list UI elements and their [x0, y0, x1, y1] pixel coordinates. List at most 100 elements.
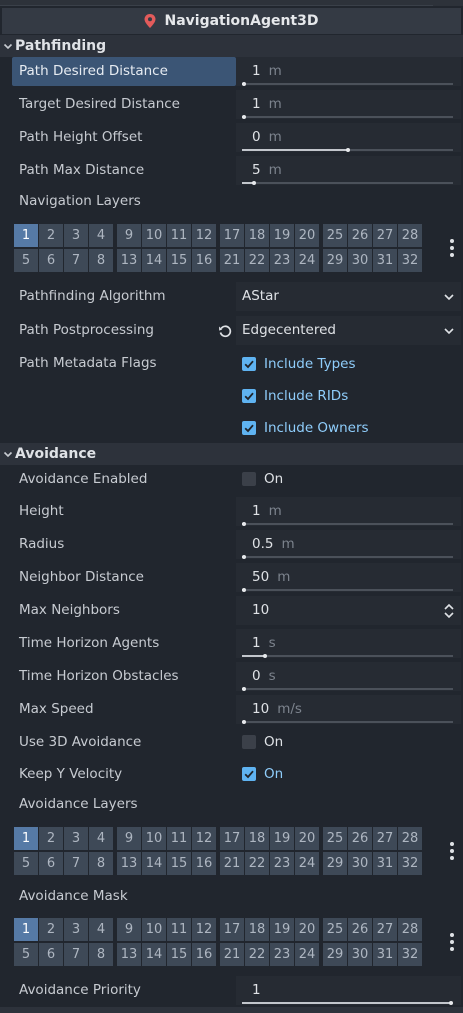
layer-cell-4[interactable]: 4 [89, 918, 113, 941]
layer-cell-31[interactable]: 31 [373, 943, 397, 966]
layer-cell-3[interactable]: 3 [64, 827, 88, 850]
layer-cell-19[interactable]: 19 [270, 224, 294, 247]
layer-cell-12[interactable]: 12 [192, 918, 216, 941]
slider-grabber[interactable] [242, 687, 246, 691]
prop-use-3d-avoidance[interactable]: Use 3D Avoidance On [0, 726, 463, 759]
layer-cell-12[interactable]: 12 [192, 224, 216, 247]
prop-time-horizon-agents[interactable]: Time Horizon Agents 1s [0, 627, 463, 660]
layer-cell-19[interactable]: 19 [270, 918, 294, 941]
slider-grabber[interactable] [242, 588, 246, 592]
checkbox-unchecked-icon[interactable] [242, 472, 256, 486]
value-slider[interactable] [242, 588, 453, 592]
layer-cell-9[interactable]: 9 [117, 827, 141, 850]
layer-cell-9[interactable]: 9 [117, 224, 141, 247]
layer-cell-4[interactable]: 4 [89, 224, 113, 247]
avoidance-mask-grid[interactable]: 1 2 3 4 5 6 7 8 9 10 11 12 13 14 15 16 17 18 19 20 21 22 23 24 2… [14, 918, 422, 966]
layer-cell-17[interactable]: 17 [220, 827, 244, 850]
layer-cell-18[interactable]: 18 [245, 918, 269, 941]
checkbox-keep-y-velocity[interactable]: On [236, 759, 461, 789]
layer-cell-21[interactable]: 21 [220, 249, 244, 272]
layer-cell-11[interactable]: 11 [167, 918, 191, 941]
value-slider[interactable] [242, 82, 453, 86]
checkbox-checked-icon[interactable] [242, 389, 256, 403]
layer-cell-28[interactable]: 28 [398, 224, 422, 247]
layer-cell-7[interactable]: 7 [64, 943, 88, 966]
chevron-down-icon[interactable] [443, 325, 455, 337]
section-next-collapsed[interactable] [0, 1007, 463, 1013]
layer-cell-14[interactable]: 14 [142, 852, 166, 875]
layer-cell-6[interactable]: 6 [39, 943, 63, 966]
layer-cell-17[interactable]: 17 [220, 918, 244, 941]
checkbox-checked-icon[interactable] [242, 767, 256, 781]
layer-cell-17[interactable]: 17 [220, 224, 244, 247]
layer-cell-8[interactable]: 8 [89, 852, 113, 875]
layer-cell-15[interactable]: 15 [167, 249, 191, 272]
layer-cell-30[interactable]: 30 [348, 943, 372, 966]
layer-cell-25[interactable]: 25 [323, 918, 347, 941]
more-options-icon[interactable] [449, 842, 455, 860]
layer-cell-13[interactable]: 13 [117, 943, 141, 966]
layer-cell-7[interactable]: 7 [64, 852, 88, 875]
layer-cell-10[interactable]: 10 [142, 224, 166, 247]
slider-grabber[interactable] [242, 522, 246, 526]
layer-cell-5[interactable]: 5 [14, 249, 38, 272]
layer-cell-2[interactable]: 2 [39, 918, 63, 941]
value-slider[interactable] [242, 522, 453, 526]
layer-cell-14[interactable]: 14 [142, 249, 166, 272]
layer-cell-23[interactable]: 23 [270, 249, 294, 272]
layer-cell-3[interactable]: 3 [64, 224, 88, 247]
layer-cell-10[interactable]: 10 [142, 827, 166, 850]
layer-cell-24[interactable]: 24 [295, 249, 319, 272]
layer-cell-7[interactable]: 7 [64, 249, 88, 272]
layer-cell-23[interactable]: 23 [270, 852, 294, 875]
prop-path-postprocessing[interactable]: Path Postprocessing Edgecentered [0, 314, 463, 347]
value-slider[interactable] [242, 654, 453, 658]
layer-cell-32[interactable]: 32 [398, 852, 422, 875]
value-slider[interactable] [242, 181, 453, 185]
prop-path-desired-distance[interactable]: Path Desired Distance 1m [0, 55, 463, 88]
value-slider[interactable] [242, 115, 453, 119]
layer-cell-25[interactable]: 25 [323, 224, 347, 247]
layer-cell-26[interactable]: 26 [348, 224, 372, 247]
layer-cell-22[interactable]: 22 [245, 249, 269, 272]
value-slider[interactable] [242, 720, 453, 724]
layer-cell-2[interactable]: 2 [39, 224, 63, 247]
layer-cell-31[interactable]: 31 [373, 249, 397, 272]
layer-cell-31[interactable]: 31 [373, 852, 397, 875]
value-slider[interactable] [242, 555, 453, 559]
prop-path-height-offset[interactable]: Path Height Offset 0m [0, 121, 463, 154]
layer-cell-20[interactable]: 20 [295, 224, 319, 247]
checkbox-checked-icon[interactable] [242, 421, 256, 435]
layer-cell-30[interactable]: 30 [348, 249, 372, 272]
layer-cell-27[interactable]: 27 [373, 224, 397, 247]
layer-cell-32[interactable]: 32 [398, 943, 422, 966]
layer-cell-15[interactable]: 15 [167, 943, 191, 966]
layer-cell-19[interactable]: 19 [270, 827, 294, 850]
prop-height[interactable]: Height 1m [0, 495, 463, 528]
node-title-bar[interactable]: NavigationAgent3D [2, 8, 461, 34]
layer-cell-10[interactable]: 10 [142, 918, 166, 941]
layer-cell-20[interactable]: 20 [295, 827, 319, 850]
prop-max-neighbors[interactable]: Max Neighbors 10 [0, 594, 463, 627]
checkbox-include-rids[interactable]: Include RIDs [236, 381, 461, 411]
slider-grabber[interactable] [242, 555, 246, 559]
layer-cell-5[interactable]: 5 [14, 852, 38, 875]
layer-cell-18[interactable]: 18 [245, 827, 269, 850]
checkbox-checked-icon[interactable] [242, 357, 256, 371]
layer-cell-25[interactable]: 25 [323, 827, 347, 850]
layer-cell-9[interactable]: 9 [117, 918, 141, 941]
checkbox-include-owners[interactable]: Include Owners [236, 413, 461, 443]
layer-cell-11[interactable]: 11 [167, 827, 191, 850]
postprocessing-dropdown[interactable]: Edgecentered [242, 314, 336, 347]
layer-cell-15[interactable]: 15 [167, 852, 191, 875]
layer-cell-3[interactable]: 3 [64, 918, 88, 941]
more-options-icon[interactable] [449, 933, 455, 951]
more-options-icon[interactable] [449, 239, 455, 257]
checkbox-include-types[interactable]: Include Types [236, 349, 461, 379]
layer-cell-22[interactable]: 22 [245, 852, 269, 875]
prop-time-horizon-obstacles[interactable]: Time Horizon Obstacles 0s [0, 660, 463, 693]
layer-cell-6[interactable]: 6 [39, 249, 63, 272]
value-slider[interactable] [242, 1001, 453, 1005]
slider-grabber[interactable] [242, 115, 246, 119]
layer-cell-11[interactable]: 11 [167, 224, 191, 247]
